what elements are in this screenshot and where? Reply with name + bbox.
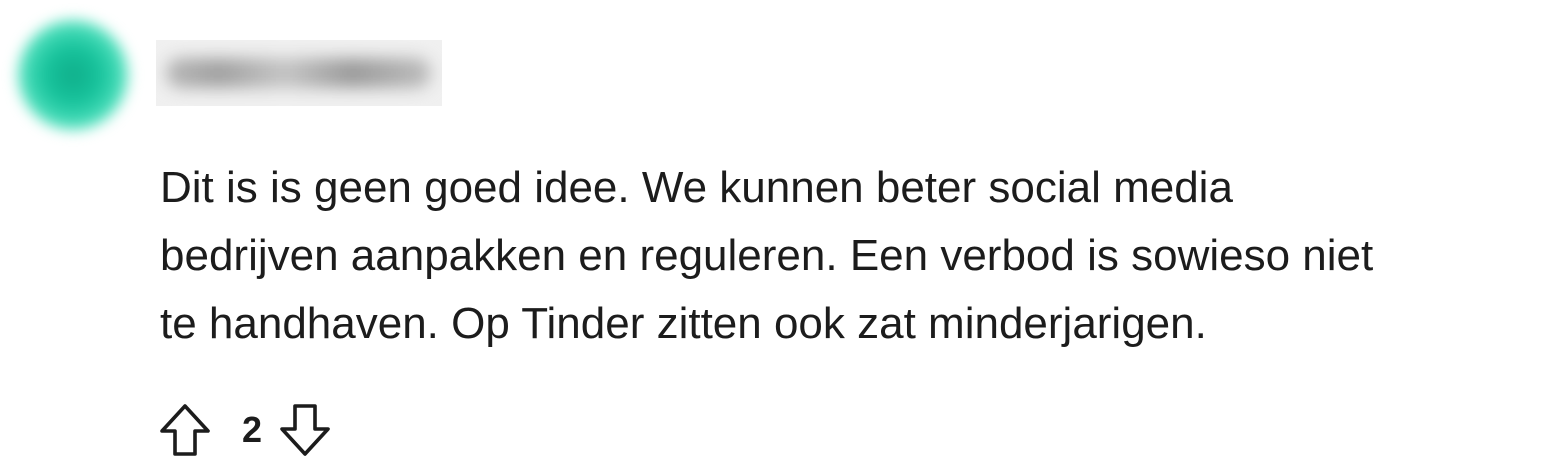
comment: Dit is is geen goed idee. We kunnen bete… [0,0,1556,472]
comment-body-line: Dit is is geen goed idee. We kunnen bete… [160,163,1233,212]
upvote-button[interactable] [158,398,212,462]
author-username[interactable] [156,40,442,106]
downvote-arrow-icon [280,404,330,456]
comment-body-line: te handhaven. Op Tinder zitten ook zat m… [160,299,1207,348]
author-username-text [166,58,431,88]
comment-actions: 2 [158,398,332,462]
downvote-button[interactable] [278,398,332,462]
comment-body-line: bedrijven aanpakken en reguleren. Een ve… [160,231,1374,280]
comment-body: Dit is is geen goed idee. We kunnen bete… [160,154,1550,358]
avatar[interactable] [18,20,128,130]
upvote-arrow-icon [160,404,210,456]
vote-score: 2 [242,409,263,450]
